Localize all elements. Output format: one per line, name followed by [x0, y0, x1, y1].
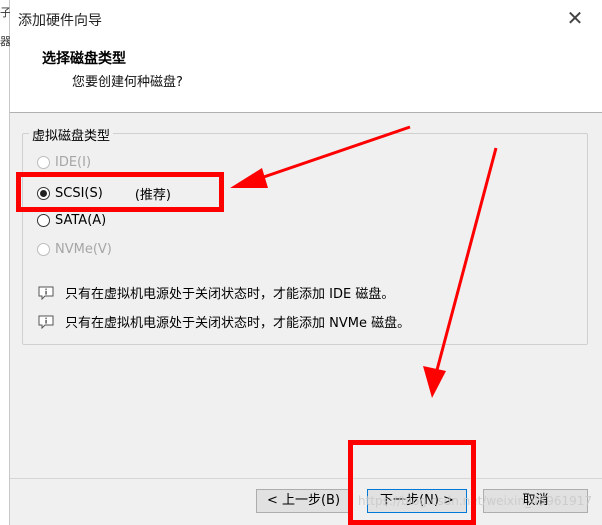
radio-button[interactable]: [37, 214, 50, 227]
background-window-strip: 子 器: [0, 0, 11, 525]
info-text: 只有在虚拟机电源处于关闭状态时，才能添加 NVMe 磁盘。: [65, 316, 411, 331]
radio-button[interactable]: [37, 156, 50, 169]
info-message: 只有在虚拟机电源处于关闭状态时，才能添加 IDE 磁盘。: [38, 283, 394, 302]
radio-label: SATA(A): [55, 213, 107, 228]
close-icon[interactable]: ✕: [564, 7, 586, 29]
group-label: 虚拟磁盘类型: [29, 125, 114, 144]
wizard-header: 选择磁盘类型 您要创建何种磁盘?: [10, 36, 602, 113]
page-title: 选择磁盘类型: [42, 51, 126, 67]
radio-ide[interactable]: IDE(I): [37, 155, 91, 170]
radio-button[interactable]: [37, 243, 50, 256]
back-button[interactable]: < 上一步(B): [256, 489, 351, 513]
info-icon: [38, 286, 54, 300]
info-text: 只有在虚拟机电源处于关闭状态时，才能添加 IDE 磁盘。: [65, 287, 395, 302]
recommended-note: (推荐): [134, 188, 171, 203]
radio-nvme[interactable]: NVMe(V): [37, 242, 112, 257]
radio-sata[interactable]: SATA(A): [37, 213, 106, 228]
radio-label: IDE(I): [55, 155, 92, 170]
arrow-head: [423, 366, 446, 398]
page-subtitle: 您要创建何种磁盘?: [72, 75, 183, 90]
radio-scsi[interactable]: SCSI(S) (推荐): [37, 184, 171, 203]
radio-button[interactable]: [37, 187, 50, 200]
radio-label: SCSI(S): [55, 186, 103, 201]
title-bar: 添加硬件向导 ✕: [10, 0, 602, 36]
radio-label: NVMe(V): [55, 242, 112, 257]
info-message: 只有在虚拟机电源处于关闭状态时，才能添加 NVMe 磁盘。: [38, 312, 410, 331]
watermark: https://blog.csdn.net/weixin_45961917: [357, 494, 592, 508]
window-title: 添加硬件向导: [18, 13, 102, 29]
info-icon: [38, 315, 54, 329]
footer-divider: [10, 478, 602, 479]
